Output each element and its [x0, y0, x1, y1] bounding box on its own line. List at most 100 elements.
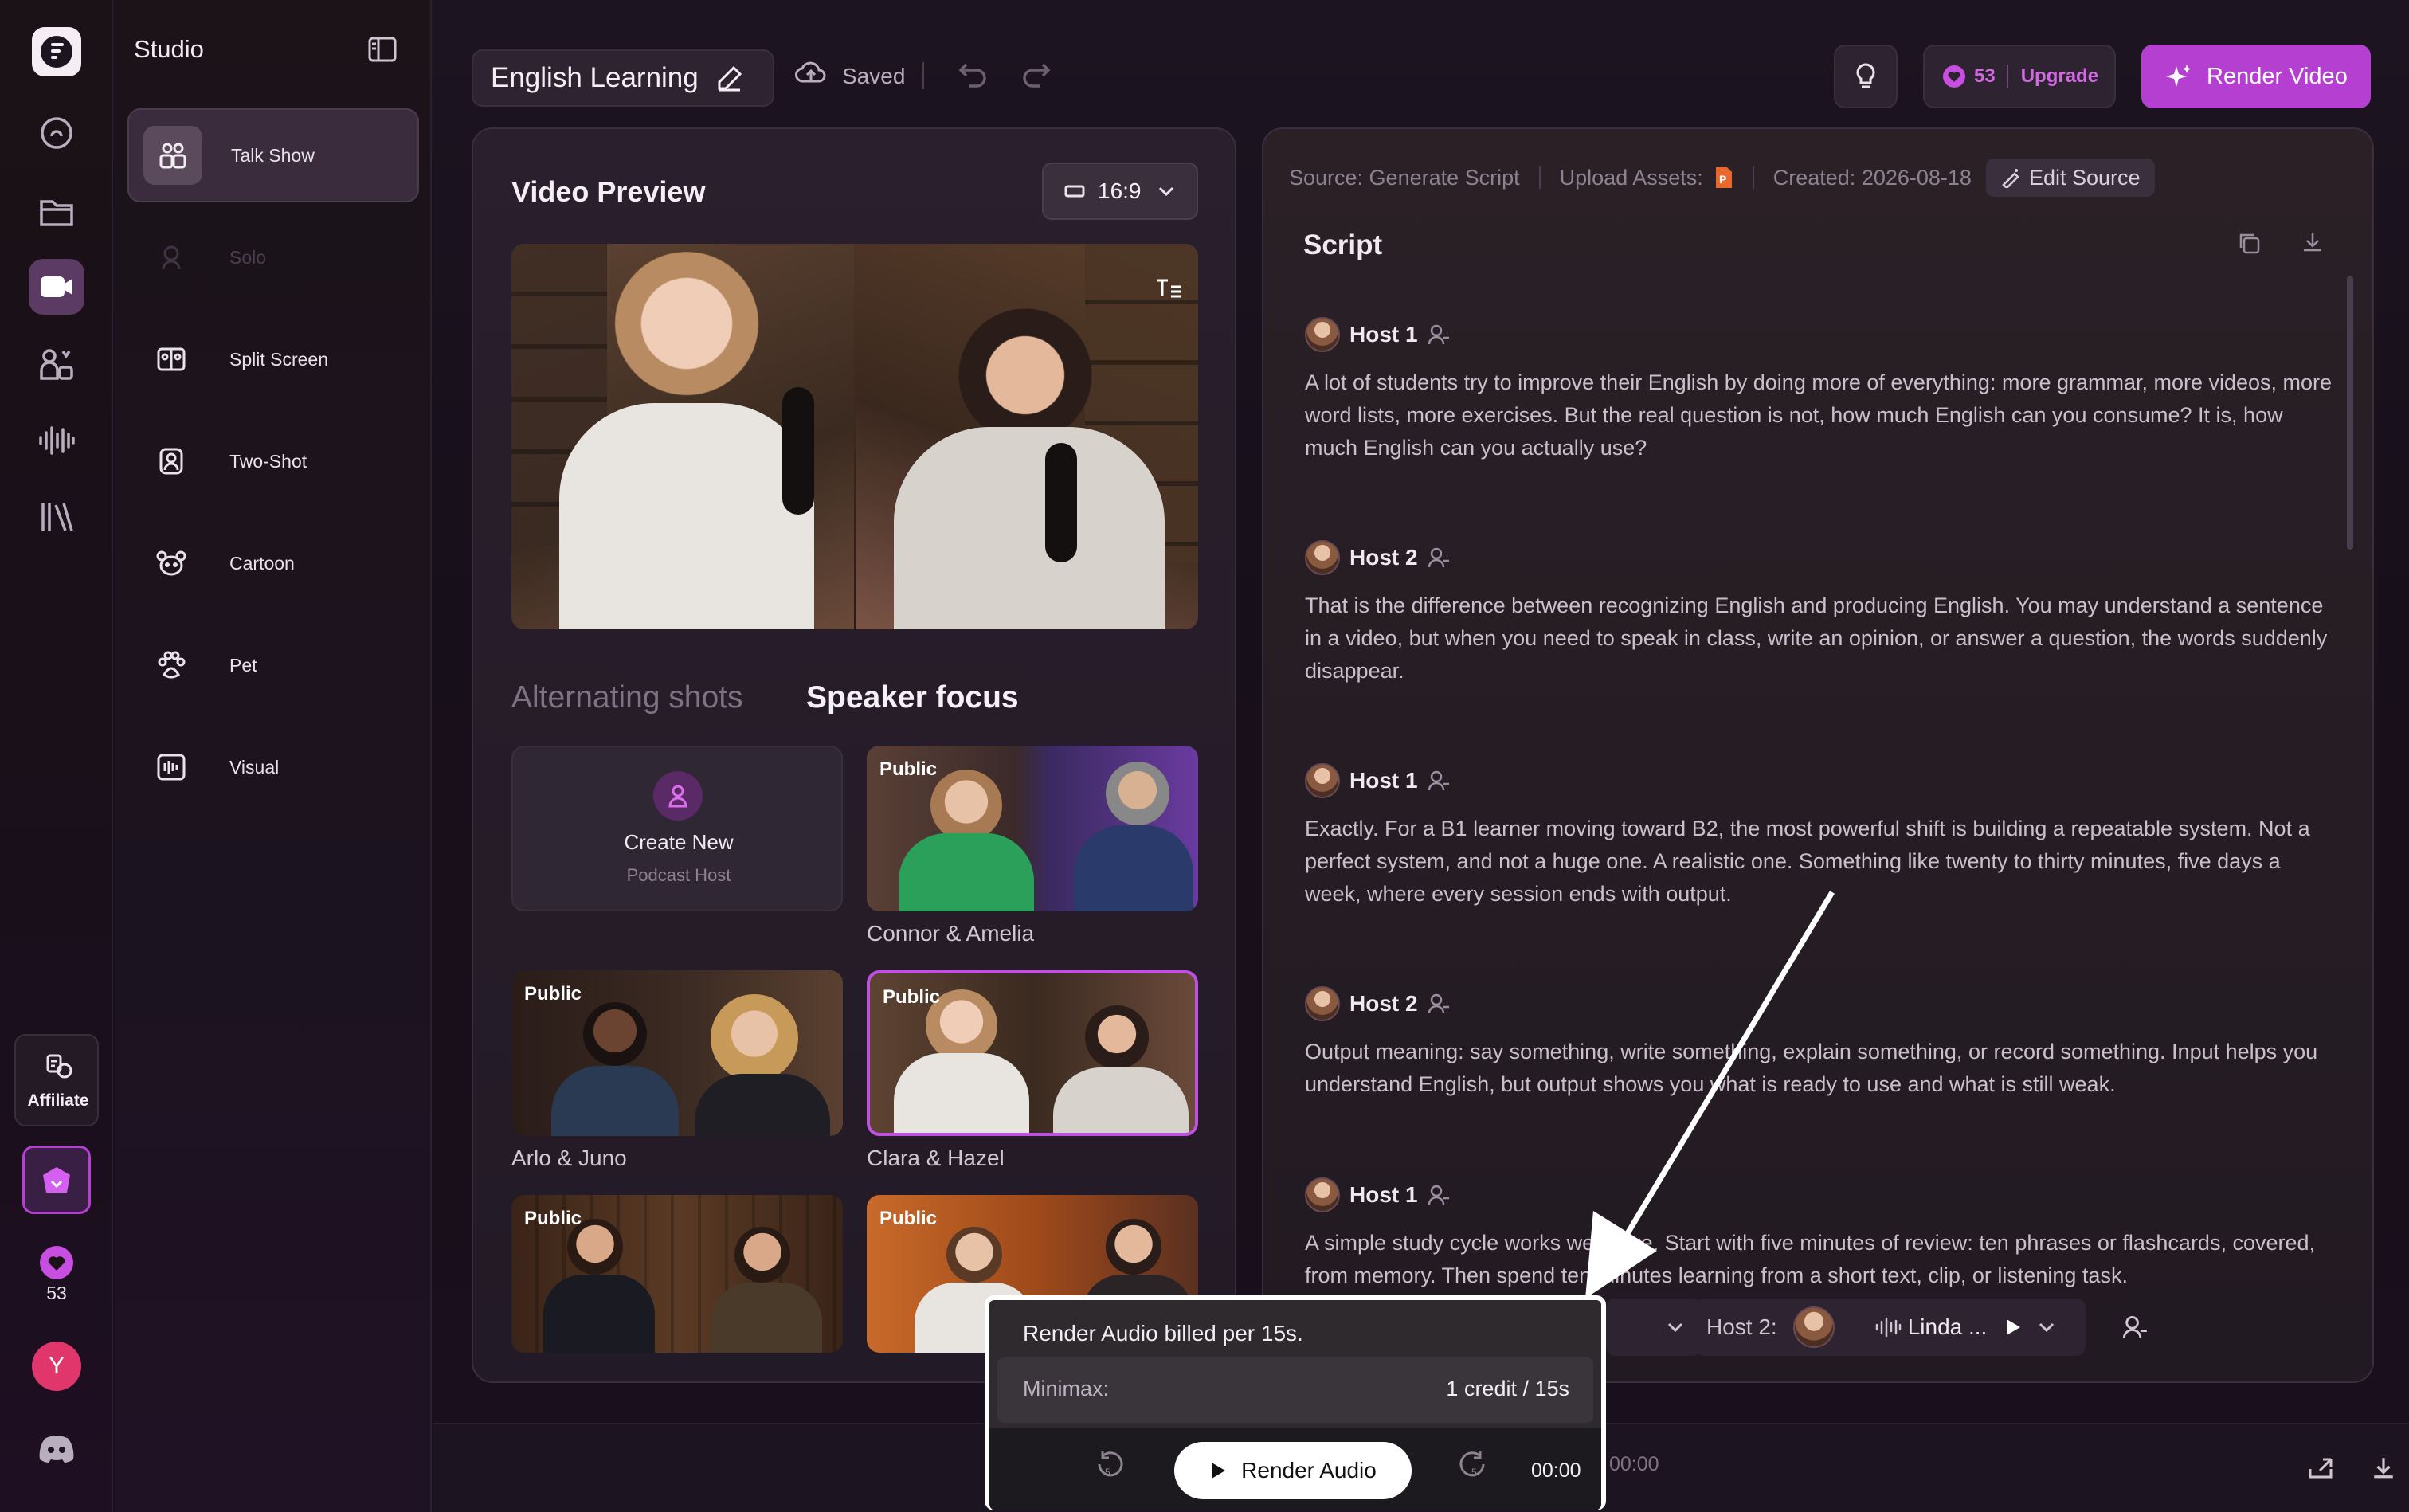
host-card[interactable]: Public — [511, 970, 843, 1136]
video-preview-image[interactable] — [511, 244, 1198, 629]
project-title-field[interactable]: English Learning — [472, 49, 774, 107]
host-face — [946, 1227, 1002, 1283]
scrollbar-thumb[interactable] — [2347, 276, 2353, 550]
undo-icon[interactable] — [956, 61, 988, 89]
affiliate-icon — [45, 1053, 73, 1080]
host-avatar — [1305, 1177, 1340, 1212]
captions-icon[interactable] — [1155, 277, 1182, 300]
host-body — [899, 833, 1034, 911]
affiliate-button[interactable]: Affiliate — [14, 1034, 99, 1126]
host-card[interactable]: Public — [511, 1195, 843, 1353]
category-visual[interactable]: Visual — [127, 720, 419, 814]
host-body — [551, 1066, 679, 1136]
tab-alternating-shots[interactable]: Alternating shots — [511, 680, 743, 715]
download-icon[interactable] — [2371, 1455, 2396, 1480]
split-screen-icon — [142, 330, 201, 389]
category-cartoon[interactable]: Cartoon — [127, 516, 419, 610]
crown-gift-icon — [43, 1167, 70, 1193]
redo-icon[interactable] — [1021, 61, 1053, 89]
script-entry-host[interactable]: Host 1 — [1305, 1177, 1450, 1212]
credits-upgrade-button[interactable]: 53 Upgrade — [1923, 45, 2116, 108]
play-icon[interactable] — [2004, 1318, 2022, 1337]
host-card-selected[interactable]: Public — [867, 970, 1198, 1136]
create-new-subtitle: Podcast Host — [626, 865, 731, 885]
host1-voice-select[interactable] — [1606, 1299, 1702, 1356]
created-date: Created: 2026-08-18 — [1772, 165, 1972, 190]
forward-5-icon[interactable]: 5 — [1459, 1450, 1488, 1482]
script-entry-host[interactable]: Host 1 — [1305, 317, 1450, 352]
host-left-face — [607, 252, 766, 411]
copy-icon[interactable] — [2237, 231, 2261, 255]
host-avatar — [1305, 986, 1340, 1021]
paw-icon — [142, 636, 201, 695]
script-text[interactable]: That is the difference between recognizi… — [1305, 590, 2333, 687]
aspect-value: 16:9 — [1098, 178, 1142, 203]
render-audio-label: Render Audio — [1241, 1458, 1377, 1483]
host-card[interactable]: Public — [867, 746, 1198, 911]
home-icon[interactable] — [29, 105, 84, 161]
category-talk-show[interactable]: Talk Show — [127, 108, 419, 202]
rail-credits: 53 — [46, 1283, 67, 1303]
render-audio-button[interactable]: Render Audio — [1174, 1442, 1412, 1499]
change-speaker-icon[interactable] — [1428, 546, 1450, 569]
divider — [2006, 65, 2008, 88]
category-pet[interactable]: Pet — [127, 618, 419, 712]
collapse-sidebar-icon[interactable] — [368, 37, 397, 62]
app-logo-icon[interactable] — [29, 24, 84, 80]
provider-price: 1 credit / 15s — [1446, 1377, 1569, 1400]
host-name: Host 1 — [1349, 768, 1418, 793]
rewind-5-icon[interactable]: 5 — [1095, 1450, 1123, 1482]
download-icon[interactable] — [2301, 229, 2325, 253]
tab-speaker-focus[interactable]: Speaker focus — [806, 680, 1019, 715]
icon-rail: Affiliate 53 Y — [0, 0, 113, 1512]
script-entry-host[interactable]: Host 2 — [1305, 986, 1450, 1021]
host2-voice-select[interactable]: Host 2: Linda ... — [1695, 1299, 2086, 1356]
edit-pencil-icon[interactable] — [716, 65, 743, 92]
tips-button[interactable] — [1834, 45, 1898, 108]
edit-source-label: Edit Source — [2028, 165, 2141, 190]
host-name: Arlo & Juno — [511, 1146, 627, 1170]
premium-button[interactable] — [22, 1146, 91, 1214]
host-face — [734, 1227, 790, 1283]
create-new-host-card[interactable]: Create New Podcast Host — [511, 746, 843, 911]
discord-icon[interactable] — [38, 1434, 75, 1463]
upgrade-link[interactable]: Upgrade — [2021, 65, 2098, 88]
avatars-icon[interactable] — [29, 336, 84, 392]
host-avatar — [1305, 763, 1340, 798]
change-speaker-icon[interactable] — [1428, 323, 1450, 346]
render-audio-popover: Render Audio billed per 15s. Minimax: 1 … — [985, 1295, 1606, 1510]
video-camera-icon[interactable] — [29, 259, 84, 315]
category-two-shot[interactable]: Two-Shot — [127, 414, 419, 508]
category-label: Two-Shot — [229, 450, 307, 472]
audio-wave-icon[interactable] — [29, 413, 84, 468]
powerpoint-file-icon[interactable]: P — [1714, 166, 1733, 190]
change-speaker-icon[interactable] — [1428, 993, 1450, 1015]
host-name: Connor & Amelia — [867, 921, 1035, 946]
change-speaker-icon[interactable] — [2122, 1314, 2148, 1340]
saved-status: Saved — [842, 64, 906, 88]
aspect-ratio-select[interactable]: 16:9 — [1042, 163, 1198, 220]
category-label: Visual — [229, 756, 280, 778]
change-speaker-icon[interactable] — [1428, 770, 1450, 792]
script-entry-host[interactable]: Host 2 — [1305, 540, 1450, 575]
host-face — [1106, 1219, 1161, 1275]
share-icon[interactable] — [2307, 1456, 2334, 1480]
category-split-screen[interactable]: Split Screen — [127, 312, 419, 406]
host-left-body — [559, 403, 814, 629]
chevron-down-icon — [2039, 1322, 2055, 1333]
credits-count: 53 — [1974, 65, 1996, 87]
host-name: Host 1 — [1349, 1182, 1418, 1207]
billing-message: Render Audio billed per 15s. — [1023, 1321, 1303, 1346]
user-avatar[interactable]: Y — [32, 1342, 81, 1391]
library-icon[interactable] — [29, 489, 84, 545]
script-text[interactable]: A lot of students try to improve their E… — [1305, 366, 2333, 464]
render-video-button[interactable]: Render Video — [2141, 45, 2371, 108]
folder-icon[interactable] — [29, 183, 84, 239]
category-panel: Studio Talk Show Solo Split Screen Two-S… — [115, 0, 432, 1512]
edit-source-button[interactable]: Edit Source — [1985, 159, 2155, 197]
change-speaker-icon[interactable] — [1428, 1184, 1450, 1206]
person-icon — [142, 228, 201, 287]
script-entry-host[interactable]: Host 1 — [1305, 763, 1450, 798]
aspect-rect-icon — [1064, 185, 1085, 198]
add-host-icon — [653, 771, 703, 821]
